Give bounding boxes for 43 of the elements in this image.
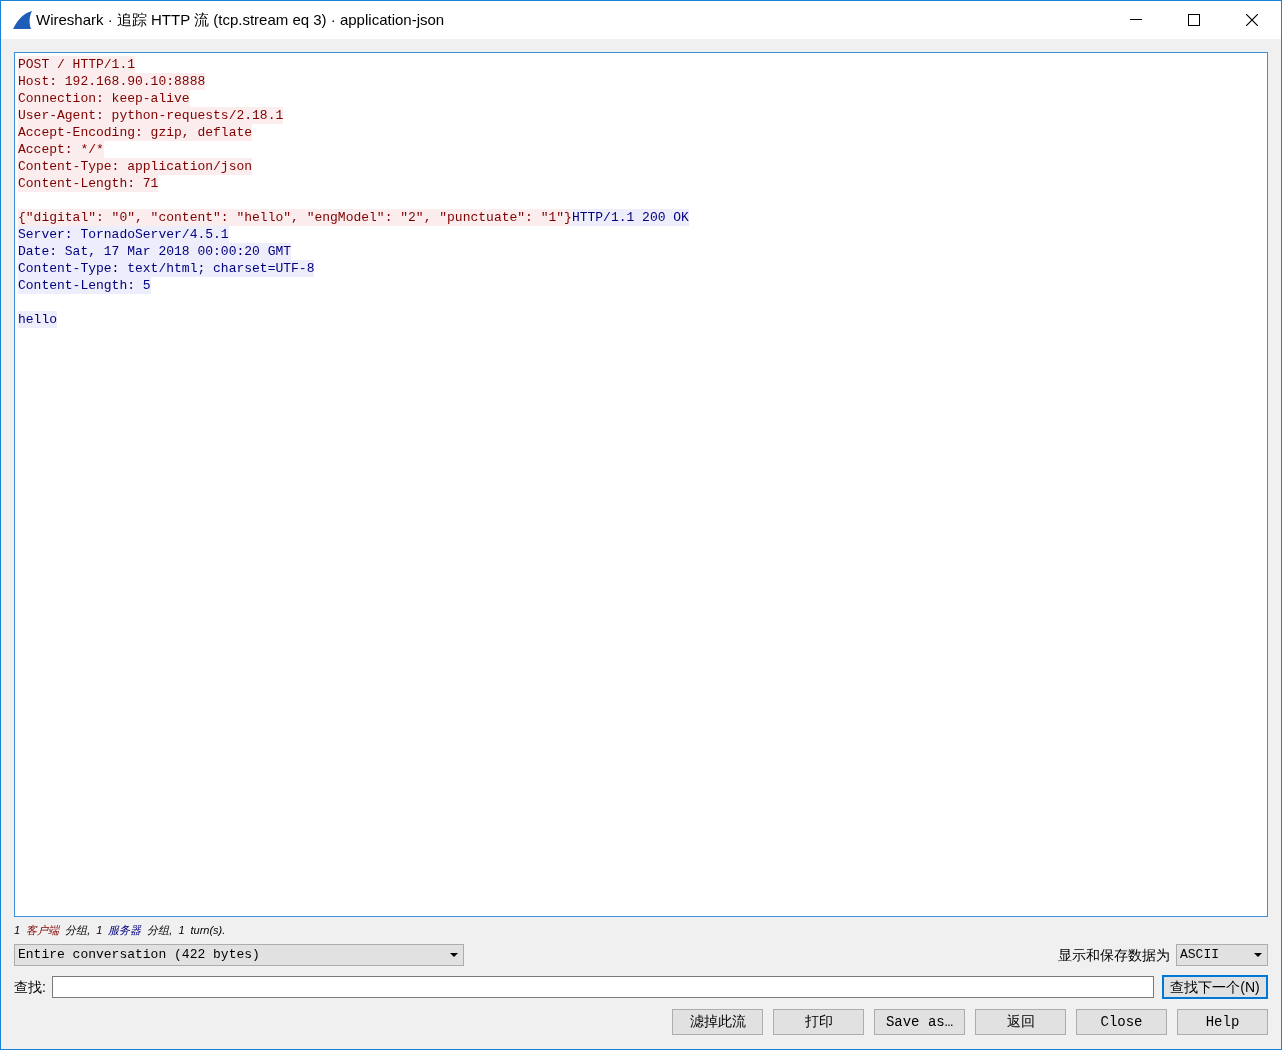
dialog-button[interactable]: Help — [1177, 1009, 1268, 1035]
dialog-button[interactable]: Save as… — [874, 1009, 965, 1035]
format-label: 显示和保存数据为 — [1058, 945, 1170, 965]
caret-icon — [1254, 953, 1262, 957]
caret-icon — [450, 953, 458, 957]
stream-text-area[interactable] — [14, 52, 1268, 917]
format-dropdown[interactable]: ASCII — [1176, 944, 1268, 966]
dialog-button[interactable]: Close — [1076, 1009, 1167, 1035]
server-text: hello — [18, 311, 57, 328]
dialog-button[interactable]: 打印 — [773, 1009, 864, 1035]
dialog-button[interactable]: 滤掉此流 — [672, 1009, 763, 1035]
client-text: Content-Type: application/json — [18, 158, 253, 175]
client-text: Accept-Encoding: gzip, deflate — [18, 124, 253, 141]
minimize-icon — [1130, 19, 1142, 21]
find-label: 查找: — [14, 977, 46, 997]
dialog-button[interactable]: 返回 — [975, 1009, 1066, 1035]
server-text: Content-Type: text/html; charset=UTF-8 — [18, 260, 315, 277]
client-text: Host: 192.168.90.10:8888 — [18, 73, 206, 90]
find-next-button[interactable]: 查找下一个(N) — [1162, 975, 1268, 999]
maximize-icon — [1188, 14, 1200, 26]
client-text: Content-Length: 71 — [18, 175, 159, 192]
summary-text: 1 — [96, 922, 103, 938]
summary-text: 分组, — [65, 922, 91, 938]
client-text: Accept: */* — [18, 141, 104, 158]
window-title: Wireshark · 追踪 HTTP 流 (tcp.stream eq 3) · application-json — [36, 9, 445, 30]
shark-fin-icon — [12, 11, 32, 29]
find-input-field[interactable] — [51, 976, 1154, 998]
close-icon — [1246, 14, 1258, 26]
summary-text: 客户端 — [26, 922, 60, 938]
server-text: Date: Sat, 17 Mar 2018 00:00:20 GMT — [18, 243, 292, 260]
summary-text: turn(s). — [190, 922, 226, 938]
summary-text: 分组, — [147, 922, 173, 938]
summary-text: 服务器 — [108, 922, 142, 938]
client-text: Connection: keep-alive — [18, 90, 190, 107]
conversation-dropdown[interactable]: Entire conversation (422 bytes) — [14, 944, 464, 966]
server-text: HTTP/1.1 200 OK — [571, 209, 689, 226]
client-text: {"digital": "0", "content": "hello", "engModel": "2", "punctuate": "1"} — [18, 209, 572, 226]
client-text: User-Agent: python-requests/2.18.1 — [18, 107, 284, 124]
summary-text: 1 — [14, 922, 21, 938]
summary-text: 1 — [178, 922, 185, 938]
client-text: POST / HTTP/1.1 — [18, 56, 136, 73]
server-text: Content-Length: 5 — [18, 277, 151, 294]
server-text: Server: TornadoServer/4.5.1 — [18, 226, 229, 243]
